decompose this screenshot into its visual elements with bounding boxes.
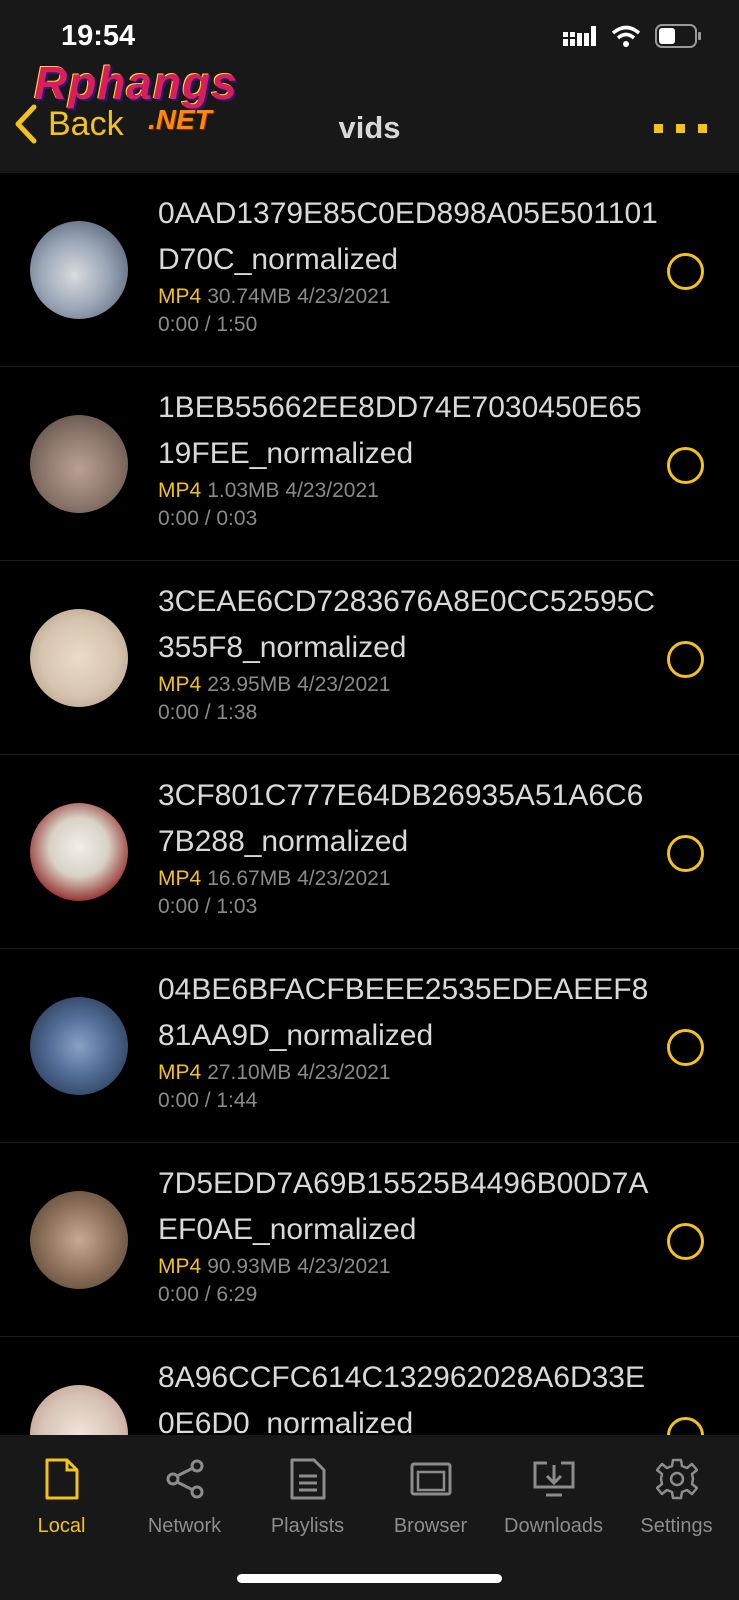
video-progress: 0:00 / 0:03 [158, 507, 258, 530]
video-meta: MP4 23.95MB 4/23/2021 [158, 673, 391, 697]
video-date: 4/23/2021 [297, 285, 391, 308]
video-date: 4/23/2021 [297, 867, 391, 890]
video-date: 4/23/2021 [297, 673, 391, 696]
video-name: 8A96CCFC614C132962028A6D33E0E6D0_normali… [158, 1361, 646, 1435]
video-row[interactable]: 8A96CCFC614C132962028A6D33E0E6D0_normali… [0, 1337, 739, 1435]
video-name: 04BE6BFACFBEEE2535EDEAEEF881AA9D_normali… [158, 973, 649, 1052]
video-progress: 0:00 / 1:50 [158, 313, 258, 336]
tab-label: Network [147, 1515, 222, 1537]
tab-playlists[interactable]: Playlists [246, 1455, 369, 1538]
tab-network[interactable]: Network [123, 1455, 246, 1538]
more-options-button[interactable] [654, 124, 707, 133]
video-thumbnail [30, 415, 128, 513]
more-dot-icon [676, 124, 685, 133]
video-progress: 0:00 / 6:29 [158, 1283, 258, 1306]
video-format: MP4 [158, 673, 202, 696]
home-indicator [237, 1574, 502, 1583]
video-size: 1.03MB [207, 479, 280, 502]
video-row[interactable]: 1BEB55662EE8DD74E7030450E6519FEE_normali… [0, 367, 739, 561]
video-name: 3CEAE6CD7283676A8E0CC52595C355F8_normali… [158, 585, 655, 664]
tab-label: Downloads [504, 1515, 603, 1537]
video-thumbnail [30, 997, 128, 1095]
video-meta: MP4 16.67MB 4/23/2021 [158, 867, 391, 891]
video-date: 4/23/2021 [297, 1061, 391, 1084]
video-row[interactable]: 7D5EDD7A69B15525B4496B00D7AEF0AE_normali… [0, 1143, 739, 1337]
video-thumbnail [30, 221, 128, 319]
video-list: 0AAD1379E85C0ED898A05E501101D70C_normali… [0, 173, 739, 1435]
video-thumbnail [30, 1385, 128, 1435]
tab-settings[interactable]: Settings [615, 1455, 738, 1538]
select-radio[interactable] [667, 835, 704, 872]
tab-label: Local [37, 1515, 86, 1537]
video-size: 90.93MB [207, 1255, 292, 1278]
video-format: MP4 [158, 1061, 202, 1084]
wifi-icon [611, 25, 641, 47]
tab-label: Settings [640, 1515, 713, 1537]
navigation-bar: 19:54 Rphangs .NET Back vids [0, 0, 739, 173]
tab-downloads[interactable]: Downloads [492, 1455, 615, 1538]
browser-icon [410, 1462, 451, 1496]
download-icon [533, 1461, 574, 1497]
video-meta: MP4 90.93MB 4/23/2021 [158, 1255, 391, 1279]
video-meta: MP4 27.10MB 4/23/2021 [158, 1061, 391, 1085]
video-size: 23.95MB [207, 673, 292, 696]
select-radio[interactable] [667, 1223, 704, 1260]
select-radio[interactable] [667, 1029, 704, 1066]
video-date: 4/23/2021 [285, 479, 379, 502]
watermark-text: Rphangs [34, 57, 238, 109]
video-progress: 0:00 / 1:03 [158, 895, 258, 918]
video-date: 4/23/2021 [297, 1255, 391, 1278]
share-icon [166, 1459, 203, 1499]
select-radio[interactable] [667, 253, 704, 290]
gear-icon [655, 1458, 698, 1500]
select-radio[interactable] [667, 641, 704, 678]
video-size: 27.10MB [207, 1061, 292, 1084]
document-icon [45, 1458, 78, 1500]
video-format: MP4 [158, 867, 202, 890]
status-time: 19:54 [61, 20, 136, 52]
video-row[interactable]: 3CEAE6CD7283676A8E0CC52595C355F8_normali… [0, 561, 739, 755]
video-format: MP4 [158, 1255, 202, 1278]
cellular-signal-icon [563, 26, 596, 46]
select-radio[interactable] [667, 1417, 704, 1435]
video-format: MP4 [158, 479, 202, 502]
video-name: 0AAD1379E85C0ED898A05E501101D70C_normali… [158, 197, 658, 276]
video-size: 30.74MB [207, 285, 292, 308]
video-meta: MP4 1.03MB 4/23/2021 [158, 479, 379, 503]
tab-label: Playlists [270, 1515, 345, 1537]
status-icons [563, 24, 703, 48]
video-progress: 0:00 / 1:38 [158, 701, 258, 724]
select-radio[interactable] [667, 447, 704, 484]
video-progress: 0:00 / 1:44 [158, 1089, 258, 1112]
video-thumbnail [30, 1191, 128, 1289]
video-name: 1BEB55662EE8DD74E7030450E6519FEE_normali… [158, 391, 642, 470]
page-title: vids [338, 110, 401, 145]
video-name: 7D5EDD7A69B15525B4496B00D7AEF0AE_normali… [158, 1167, 649, 1246]
video-row[interactable]: 04BE6BFACFBEEE2535EDEAEEF881AA9D_normali… [0, 949, 739, 1143]
battery-icon [655, 24, 701, 48]
video-meta: MP4 30.74MB 4/23/2021 [158, 285, 391, 309]
video-thumbnail [30, 803, 128, 901]
video-format: MP4 [158, 285, 202, 308]
tab-browser[interactable]: Browser [369, 1455, 492, 1538]
video-thumbnail [30, 609, 128, 707]
video-name: 3CF801C777E64DB26935A51A6C67B288_normali… [158, 779, 644, 858]
more-dot-icon [654, 124, 663, 133]
video-size: 16.67MB [207, 867, 292, 890]
tab-label: Browser [393, 1515, 468, 1537]
more-dot-icon [698, 124, 707, 133]
tab-local[interactable]: Local [0, 1455, 123, 1538]
playlist-icon [290, 1458, 325, 1500]
video-row[interactable]: 3CF801C777E64DB26935A51A6C67B288_normali… [0, 755, 739, 949]
video-row[interactable]: 0AAD1379E85C0ED898A05E501101D70C_normali… [0, 173, 739, 367]
